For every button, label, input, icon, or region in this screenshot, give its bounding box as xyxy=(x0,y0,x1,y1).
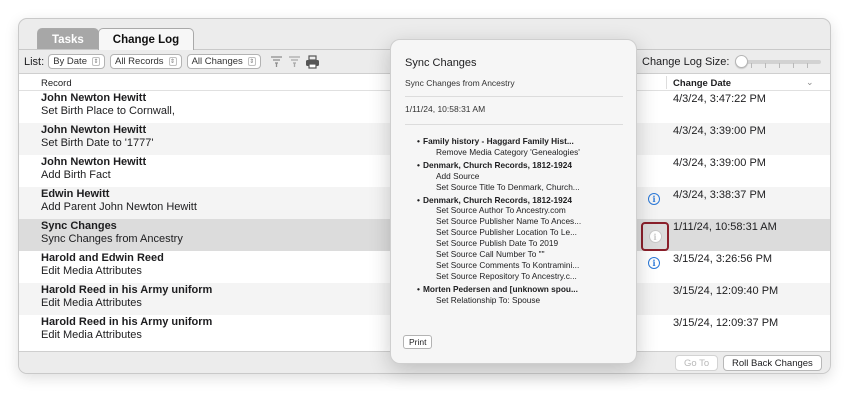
row-change: Set Birth Date to '1777' xyxy=(41,137,154,149)
row-change: Edit Media Attributes xyxy=(41,265,142,277)
row-title: Sync Changes xyxy=(41,220,117,232)
row-date: 3/15/24, 12:09:37 PM xyxy=(673,317,779,329)
change-item-detail: Set Relationship To: Spouse xyxy=(436,294,541,305)
chevron-updown-icon: ⇕ xyxy=(91,57,100,66)
row-title: John Newton Hewitt xyxy=(41,124,147,136)
popover-subtitle: Sync Changes from Ancestry xyxy=(405,78,515,88)
printer-icon[interactable] xyxy=(305,54,320,69)
log-size-label: Change Log Size: xyxy=(642,56,730,68)
change-item-detail: Add Source xyxy=(436,170,480,181)
change-item-detail: Set Source Publish Date To 2019 xyxy=(436,238,559,249)
row-title: Edwin Hewitt xyxy=(41,188,110,200)
row-change: Edit Media Attributes xyxy=(41,329,142,341)
column-separator xyxy=(666,76,667,89)
popover-title: Sync Changes xyxy=(405,57,477,69)
print-button[interactable]: Print xyxy=(403,335,433,349)
row-date: 1/11/24, 10:58:31 AM xyxy=(673,221,777,233)
change-item-detail: Remove Media Category 'Genealogies' xyxy=(436,146,580,157)
divider xyxy=(405,96,623,97)
slider-tick xyxy=(779,63,780,68)
change-item-detail: Set Source Repository To Ancestry.c... xyxy=(436,270,577,281)
row-date: 3/15/24, 3:26:56 PM xyxy=(673,253,773,265)
row-date: 4/3/24, 3:39:00 PM xyxy=(673,157,766,169)
row-date: 4/3/24, 3:47:22 PM xyxy=(673,93,766,105)
change-item-detail: Set Source Publisher Name To Ances... xyxy=(436,216,582,227)
change-item-heading: Denmark, Church Records, 1812-1924 xyxy=(417,160,633,171)
filter-clear-icon[interactable] xyxy=(287,54,302,69)
change-item-heading: Denmark, Church Records, 1812-1924 xyxy=(417,195,633,206)
column-change-date[interactable]: Change Date xyxy=(673,78,731,89)
roll-back-changes-button[interactable]: Roll Back Changes xyxy=(723,355,822,371)
sort-popup-value: By Date xyxy=(53,56,87,67)
log-size-slider[interactable] xyxy=(735,55,821,68)
row-date: 4/3/24, 3:39:00 PM xyxy=(673,125,766,137)
row-title: John Newton Hewitt xyxy=(41,156,147,168)
row-change: Add Birth Fact xyxy=(41,169,111,181)
popover-date: 1/11/24, 10:58:31 AM xyxy=(405,104,486,114)
row-change: Add Parent John Newton Hewitt xyxy=(41,201,197,213)
change-item-detail: Set Source Publisher Location To Le... xyxy=(436,227,577,238)
slider-tick xyxy=(807,63,808,68)
records-filter-value: All Records xyxy=(114,56,164,67)
divider xyxy=(405,124,623,125)
row-change: Edit Media Attributes xyxy=(41,297,142,309)
go-to-button[interactable]: Go To xyxy=(675,355,719,371)
row-change: Sync Changes from Ancestry xyxy=(41,233,183,245)
row-change: Set Birth Place to Cornwall, xyxy=(41,105,175,117)
chevron-updown-icon: ⇕ xyxy=(247,57,256,66)
info-circle-icon: i xyxy=(648,230,662,243)
change-item-detail: Set Source Call Number To "" xyxy=(436,249,545,260)
info-button-highlighted[interactable]: i xyxy=(641,222,669,251)
records-filter-popup[interactable]: All Records ⇕ xyxy=(109,54,182,69)
tab-change-log[interactable]: Change Log xyxy=(97,28,195,50)
column-record[interactable]: Record xyxy=(41,78,72,89)
sort-chevron-icon[interactable]: ⌄ xyxy=(806,77,814,88)
tab-tasks[interactable]: Tasks xyxy=(37,28,99,50)
row-title: John Newton Hewitt xyxy=(41,92,147,104)
row-title: Harold Reed in his Army uniform xyxy=(41,284,213,296)
change-item-heading: Morten Pedersen and [unknown spou... xyxy=(417,284,633,295)
list-label: List: xyxy=(24,55,45,68)
change-item-detail: Set Source Comments To Kontramini... xyxy=(436,259,580,270)
slider-tick xyxy=(793,63,794,68)
changes-filter-popup[interactable]: All Changes ⇕ xyxy=(186,54,261,69)
info-circle-icon[interactable]: i xyxy=(648,193,660,205)
row-title: Harold Reed in his Army uniform xyxy=(41,316,213,328)
sync-changes-popover: Sync Changes Sync Changes from Ancestry … xyxy=(390,39,637,364)
chevron-updown-icon: ⇕ xyxy=(168,57,177,66)
changes-filter-value: All Changes xyxy=(191,56,243,67)
change-item-detail: Set Source Title To Denmark, Church... xyxy=(436,181,580,192)
slider-knob[interactable] xyxy=(735,55,748,68)
popover-change-list: Family history - Haggard Family Hist... … xyxy=(417,136,633,306)
row-title: Harold and Edwin Reed xyxy=(41,252,164,264)
sort-popup[interactable]: By Date ⇕ xyxy=(48,54,105,69)
tab-bar: Tasks Change Log xyxy=(37,28,195,50)
slider-tick xyxy=(765,63,766,68)
change-item-heading: Family history - Haggard Family Hist... xyxy=(417,136,633,147)
info-circle-icon[interactable]: i xyxy=(648,257,660,269)
row-date: 3/15/24, 12:09:40 PM xyxy=(673,285,779,297)
change-item-detail: Set Source Author To Ancestry.com xyxy=(436,205,566,216)
filter-icon[interactable] xyxy=(269,54,284,69)
row-date: 4/3/24, 3:38:37 PM xyxy=(673,189,766,201)
slider-tick xyxy=(751,63,752,68)
